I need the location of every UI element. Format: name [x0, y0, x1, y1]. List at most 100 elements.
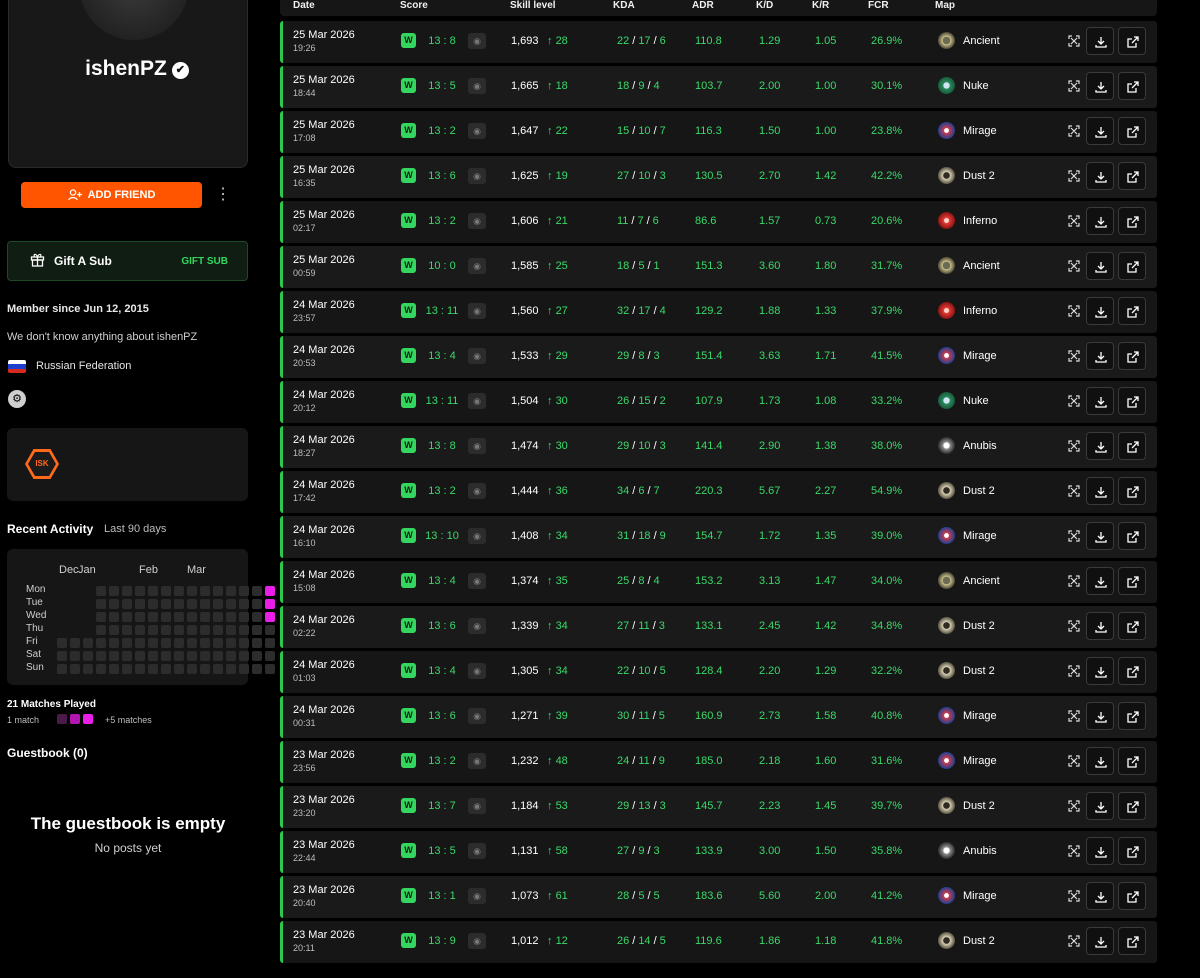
download-demo-button[interactable]	[1086, 117, 1114, 145]
header-adr[interactable]: ADR	[692, 0, 714, 11]
open-match-button[interactable]	[1118, 387, 1146, 415]
heatmap-cell[interactable]	[96, 638, 106, 648]
heatmap-cell[interactable]	[70, 651, 80, 661]
heatmap-cell[interactable]	[213, 664, 223, 674]
heatmap-cell[interactable]	[265, 612, 275, 622]
download-demo-button[interactable]	[1086, 657, 1114, 685]
download-demo-button[interactable]	[1086, 387, 1114, 415]
gift-sub-button[interactable]: GIFT SUB	[181, 256, 228, 267]
heatmap-cell[interactable]	[265, 651, 275, 661]
heatmap-cell[interactable]	[226, 599, 236, 609]
heatmap-cell[interactable]	[226, 638, 236, 648]
heatmap-cell[interactable]	[200, 651, 210, 661]
download-demo-button[interactable]	[1086, 477, 1114, 505]
heatmap-cell[interactable]	[109, 599, 119, 609]
table-row[interactable]: 23 Mar 2026 23:20 W 13 : 7 ◉ 1,184 ↑ 53 29/13/3…	[280, 786, 1157, 828]
heatmap-cell[interactable]	[135, 651, 145, 661]
expand-icon[interactable]	[1060, 342, 1088, 370]
table-row[interactable]: 24 Mar 2026 00:31 W 13 : 6 ◉ 1,271 ↑ 39 30/11/5…	[280, 696, 1157, 738]
heatmap-cell[interactable]	[239, 651, 249, 661]
eye-icon[interactable]: ◉	[468, 33, 486, 49]
expand-icon[interactable]	[1060, 792, 1088, 820]
heatmap-cell[interactable]	[239, 586, 249, 596]
heatmap-cell[interactable]	[161, 651, 171, 661]
table-row[interactable]: 24 Mar 2026 16:10 W 13 : 10 ◉ 1,408 ↑ 34 31/18/…	[280, 516, 1157, 558]
heatmap-cell[interactable]	[239, 599, 249, 609]
eye-icon[interactable]: ◉	[468, 303, 486, 319]
heatmap-cell[interactable]	[187, 625, 197, 635]
eye-icon[interactable]: ◉	[468, 393, 486, 409]
download-demo-button[interactable]	[1086, 837, 1114, 865]
open-match-button[interactable]	[1118, 477, 1146, 505]
table-row[interactable]: 23 Mar 2026 20:40 W 13 : 1 ◉ 1,073 ↑ 61 28/5/5 1…	[280, 876, 1157, 918]
heatmap-cell[interactable]	[200, 638, 210, 648]
heatmap-cell[interactable]	[96, 612, 106, 622]
header-score[interactable]: Score	[400, 0, 428, 11]
expand-icon[interactable]	[1060, 612, 1088, 640]
eye-icon[interactable]: ◉	[468, 618, 486, 634]
heatmap-cell[interactable]	[213, 612, 223, 622]
expand-icon[interactable]	[1060, 207, 1088, 235]
expand-icon[interactable]	[1060, 432, 1088, 460]
heatmap-cell[interactable]	[83, 638, 93, 648]
heatmap-cell[interactable]	[135, 612, 145, 622]
add-friend-button[interactable]: ADD FRIEND	[21, 182, 202, 208]
expand-icon[interactable]	[1060, 387, 1088, 415]
heatmap-cell[interactable]	[109, 638, 119, 648]
download-demo-button[interactable]	[1086, 432, 1114, 460]
table-row[interactable]: 23 Mar 2026 20:11 W 13 : 9 ◉ 1,012 ↑ 12 26/14/5…	[280, 921, 1157, 963]
heatmap-cell[interactable]	[70, 664, 80, 674]
open-match-button[interactable]	[1118, 117, 1146, 145]
open-match-button[interactable]	[1118, 567, 1146, 595]
expand-icon[interactable]	[1060, 747, 1088, 775]
heatmap-cell[interactable]	[161, 664, 171, 674]
eye-icon[interactable]: ◉	[468, 348, 486, 364]
expand-icon[interactable]	[1060, 567, 1088, 595]
heatmap-cell[interactable]	[239, 664, 249, 674]
open-match-button[interactable]	[1118, 297, 1146, 325]
heatmap-cell[interactable]	[96, 625, 106, 635]
heatmap-cell[interactable]	[265, 586, 275, 596]
heatmap-cell[interactable]	[57, 664, 67, 674]
expand-icon[interactable]	[1060, 657, 1088, 685]
eye-icon[interactable]: ◉	[468, 168, 486, 184]
table-row[interactable]: 25 Mar 2026 00:59 W 10 : 0 ◉ 1,585 ↑ 25 18/5/1 1…	[280, 246, 1157, 288]
heatmap-cell[interactable]	[265, 599, 275, 609]
heatmap-cell[interactable]	[252, 664, 262, 674]
header-map[interactable]: Map	[935, 0, 955, 11]
open-match-button[interactable]	[1118, 27, 1146, 55]
more-options-icon[interactable]: ⋮	[215, 186, 231, 204]
heatmap-cell[interactable]	[187, 638, 197, 648]
heatmap-cell[interactable]	[200, 599, 210, 609]
eye-icon[interactable]: ◉	[468, 708, 486, 724]
heatmap-cell[interactable]	[226, 651, 236, 661]
table-row[interactable]: 23 Mar 2026 23:56 W 13 : 2 ◉ 1,232 ↑ 48 24/11/9…	[280, 741, 1157, 783]
heatmap-cell[interactable]	[174, 599, 184, 609]
heatmap-cell[interactable]	[174, 586, 184, 596]
heatmap-cell[interactable]	[213, 651, 223, 661]
header-kda[interactable]: KDA	[613, 0, 635, 11]
heatmap-cell[interactable]	[161, 612, 171, 622]
heatmap-cell[interactable]	[213, 599, 223, 609]
heatmap-cell[interactable]	[148, 625, 158, 635]
open-match-button[interactable]	[1118, 657, 1146, 685]
heatmap-cell[interactable]	[200, 625, 210, 635]
table-row[interactable]: 23 Mar 2026 22:44 W 13 : 5 ◉ 1,131 ↑ 58 27/9/3 1…	[280, 831, 1157, 873]
eye-icon[interactable]: ◉	[468, 258, 486, 274]
open-match-button[interactable]	[1118, 612, 1146, 640]
team-card[interactable]: ISK	[7, 428, 248, 501]
eye-icon[interactable]: ◉	[468, 528, 486, 544]
table-row[interactable]: 24 Mar 2026 17:42 W 13 : 2 ◉ 1,444 ↑ 36 34/6/7 2…	[280, 471, 1157, 513]
heatmap-cell[interactable]	[174, 612, 184, 622]
gift-sub-banner[interactable]: Gift A Sub GIFT SUB	[7, 241, 248, 281]
expand-icon[interactable]	[1060, 522, 1088, 550]
header-date[interactable]: Date	[293, 0, 315, 11]
heatmap-cell[interactable]	[148, 599, 158, 609]
heatmap-cell[interactable]	[213, 625, 223, 635]
table-row[interactable]: 25 Mar 2026 02:17 W 13 : 2 ◉ 1,606 ↑ 21 11/7/6 8…	[280, 201, 1157, 243]
download-demo-button[interactable]	[1086, 702, 1114, 730]
eye-icon[interactable]: ◉	[468, 78, 486, 94]
avatar[interactable]	[79, 0, 189, 40]
heatmap-cell[interactable]	[70, 638, 80, 648]
table-row[interactable]: 24 Mar 2026 20:53 W 13 : 4 ◉ 1,533 ↑ 29 29/8/3 1…	[280, 336, 1157, 378]
